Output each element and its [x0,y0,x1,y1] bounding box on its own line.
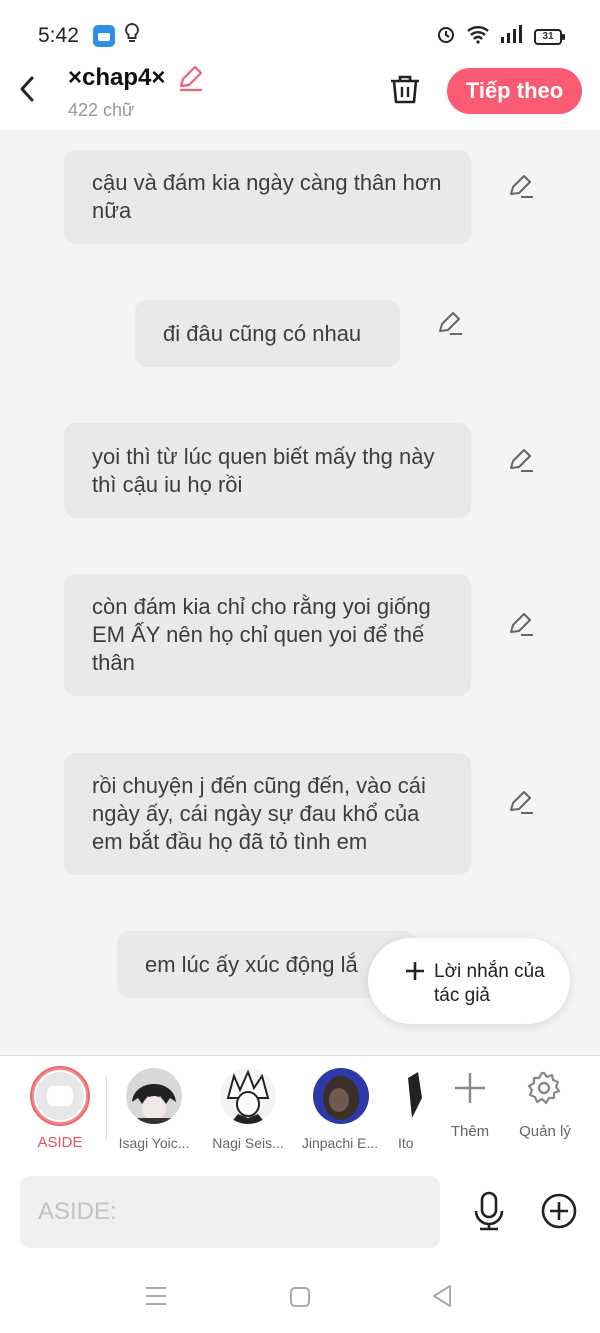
pencil-icon[interactable] [507,788,535,816]
trash-icon[interactable] [388,72,422,111]
home-nav-icon[interactable] [289,1286,311,1313]
chat-bubble-icon [47,1086,73,1106]
message-bubble[interactable]: cậu và đám kia ngày càng thân hơn nữa [64,150,471,244]
back-nav-icon[interactable] [430,1284,454,1313]
alarm-icon [436,24,456,49]
cloud-app-icon [93,25,115,47]
status-time: 5:42 [38,24,79,47]
character-name: Ito [398,1135,414,1151]
mic-icon[interactable] [472,1191,506,1236]
character-name: Isagi Yoic... [118,1135,190,1151]
character-avatar[interactable] [408,1068,422,1124]
menu-nav-icon[interactable] [145,1286,167,1311]
character-avatar[interactable] [313,1068,369,1124]
chapter-title: ×chap4× [68,64,166,91]
back-icon[interactable] [14,72,42,106]
message-bubble[interactable]: đi đâu cũng có nhau [135,300,400,367]
editor-header: ×chap4× 422 chữ Tiếp theo [0,60,600,130]
word-count: 422 chữ [68,100,135,120]
manage-label[interactable]: Quản lý [514,1123,576,1140]
edit-icon[interactable] [176,64,204,97]
next-button[interactable]: Tiếp theo [447,68,582,114]
aside-avatar[interactable] [30,1066,90,1126]
author-note-label: Lời nhắn của tác giả [434,961,545,1006]
wifi-icon [466,24,490,49]
message-input[interactable] [20,1176,440,1248]
battery-icon: 31 [534,28,565,45]
status-icons: 31 [436,24,565,49]
add-circle-icon[interactable] [541,1193,577,1234]
add-character-label[interactable]: Thêm [440,1123,500,1140]
status-bar: 5:42 31 [0,0,600,60]
bulb-icon [124,22,140,52]
aside-inner [34,1070,86,1122]
aside-label: ASIDE [37,1134,83,1151]
settings-icon[interactable] [526,1070,562,1111]
message-bubble[interactable]: rồi chuyện j đến cũng đến, vào cái ngày … [64,753,471,875]
message-bubble[interactable]: yoi thì từ lúc quen biết mấy thg này thì… [64,423,471,518]
character-avatar[interactable] [220,1068,276,1124]
divider [106,1076,107,1140]
add-character-icon[interactable] [452,1070,488,1111]
plus-icon [404,958,426,989]
character-avatar[interactable] [126,1068,182,1124]
message-bubble[interactable]: còn đám kia chỉ cho rằng yoi giống EM ẤY… [64,574,471,696]
signal-icon [500,25,524,48]
character-name: Nagi Seis... [212,1135,284,1151]
pencil-icon[interactable] [507,172,535,200]
system-nav-bar [0,1259,600,1333]
pencil-icon[interactable] [507,610,535,638]
pencil-icon[interactable] [436,309,464,337]
character-name: Jinpachi E... [301,1135,379,1151]
pencil-icon[interactable] [507,446,535,474]
